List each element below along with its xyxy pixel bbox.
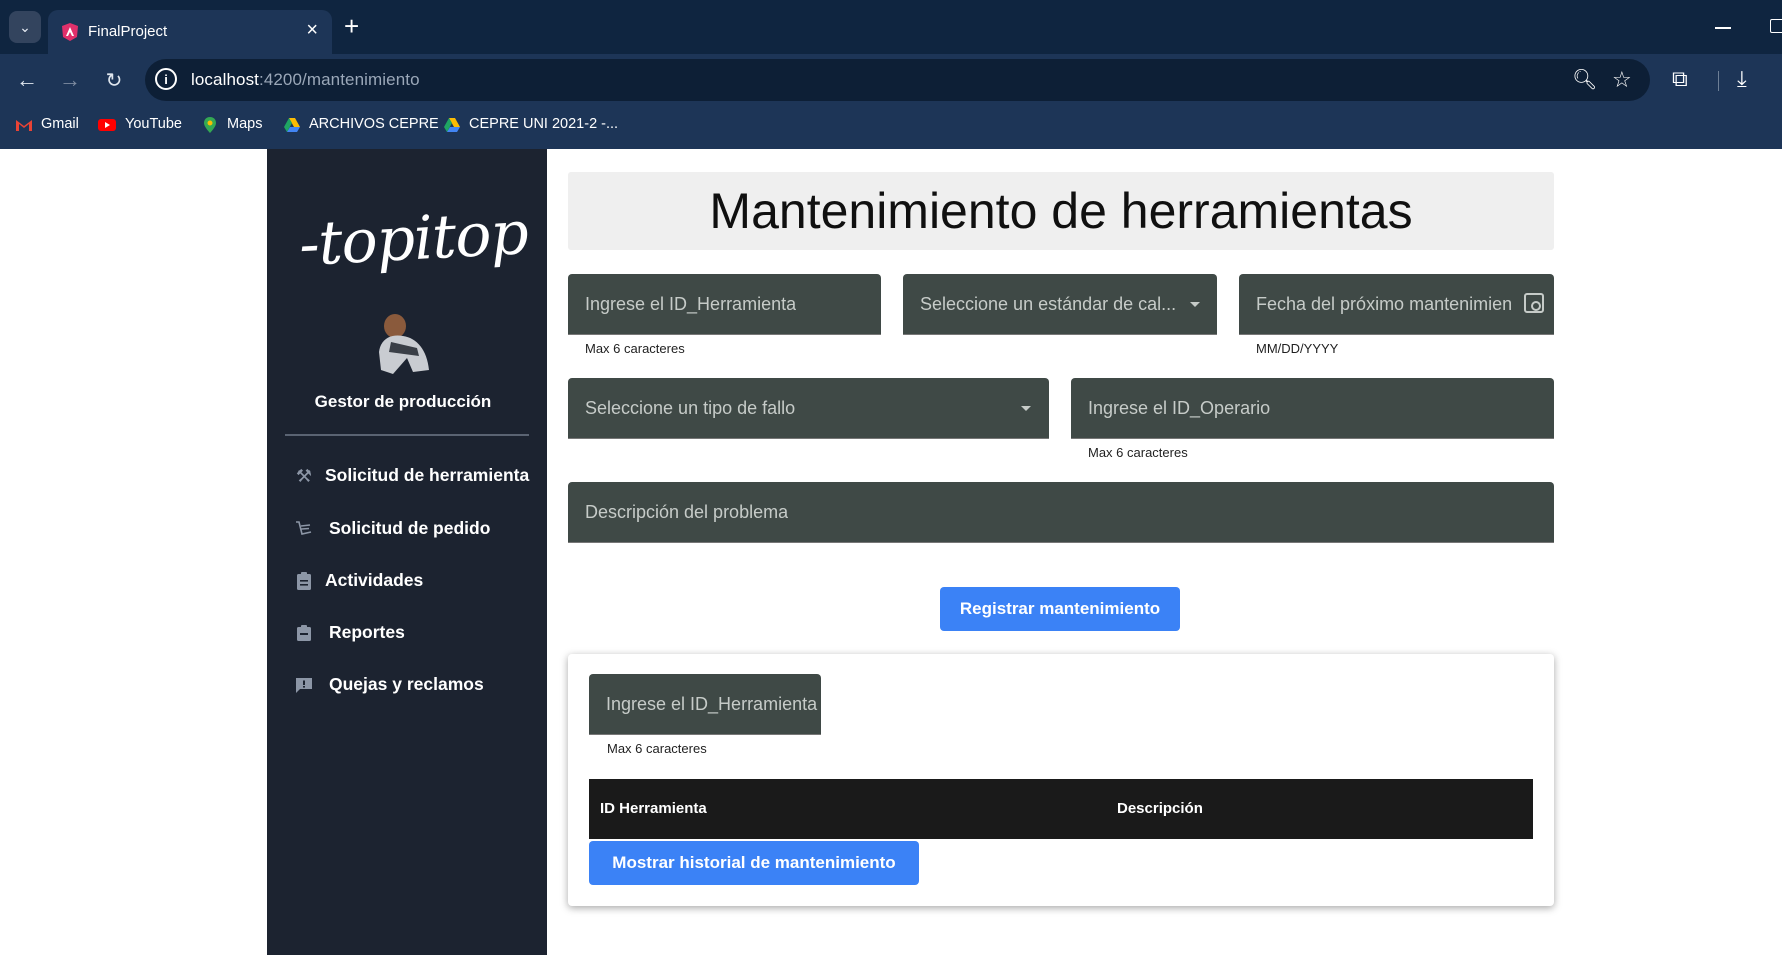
- mostrar-historial-button[interactable]: Mostrar historial de mantenimiento: [589, 841, 919, 885]
- bookmark-youtube[interactable]: YouTube: [125, 116, 182, 132]
- bookmark-cepre-uni[interactable]: CEPRE UNI 2021-2 -...: [469, 116, 618, 132]
- topitop-logo: -topitop: [297, 198, 530, 280]
- column-descripcion: Descripción: [1117, 800, 1203, 817]
- zoom-icon[interactable]: 🔍︎: [1572, 67, 1597, 92]
- sidebar-item-solicitud-herramienta[interactable]: ⚒ Solicitud de herramienta: [293, 461, 543, 491]
- chevron-down-icon: [1190, 302, 1200, 307]
- page-title: Mantenimiento de herramientas: [709, 183, 1413, 239]
- download-icon[interactable]: ⤓: [1737, 66, 1747, 92]
- site-info-icon[interactable]: i: [155, 68, 177, 90]
- bookmark-archivos-cepre[interactable]: ARCHIVOS CEPRE: [309, 116, 439, 132]
- browser-chrome: ⌄ FinalProject × + ← → ↻ i localhost:420…: [0, 0, 1782, 149]
- bookmark-star-icon[interactable]: ☆: [1612, 67, 1632, 93]
- maps-pin-icon: [204, 117, 216, 133]
- reload-icon[interactable]: ↻: [100, 66, 128, 94]
- drive-icon: [444, 118, 460, 132]
- user-role: Gestor de producción: [314, 392, 492, 411]
- report-icon: [293, 622, 315, 644]
- new-tab-icon[interactable]: +: [344, 11, 359, 41]
- minimize-icon[interactable]: [1715, 27, 1731, 29]
- address-bar[interactable]: i localhost:4200/mantenimiento 🔍︎ ☆: [145, 59, 1650, 101]
- tab-title: FinalProject: [88, 23, 168, 40]
- sidebar-item-actividades[interactable]: Actividades: [293, 566, 543, 596]
- cart-icon: [293, 518, 315, 540]
- registrar-mantenimiento-button[interactable]: Registrar mantenimiento: [940, 587, 1180, 631]
- fecha-mantenimiento-input[interactable]: Fecha del próximo mantenimien: [1239, 274, 1554, 335]
- angular-favicon-icon: [62, 23, 78, 41]
- tipo-fallo-select[interactable]: Seleccione un tipo de fallo: [568, 378, 1049, 439]
- maximize-icon[interactable]: [1770, 19, 1782, 33]
- sidebar-divider: [285, 434, 529, 436]
- sidebar-item-quejas-reclamos[interactable]: Quejas y reclamos: [293, 670, 543, 700]
- feedback-icon: [293, 674, 315, 696]
- extensions-icon[interactable]: ⧉: [1672, 66, 1688, 92]
- id-herramienta-input[interactable]: Ingrese el ID_Herramienta: [568, 274, 881, 335]
- id-operario-hint: Max 6 caracteres: [1088, 445, 1188, 460]
- sidebar-item-solicitud-pedido[interactable]: Solicitud de pedido: [293, 514, 543, 544]
- historial-table-header: ID Herramienta Descripción: [589, 779, 1533, 839]
- chevron-down-icon: [1021, 406, 1031, 411]
- historial-id-hint: Max 6 caracteres: [607, 741, 707, 756]
- tab-search-button[interactable]: ⌄: [9, 11, 41, 43]
- descripcion-problema-input[interactable]: Descripción del problema: [568, 482, 1554, 543]
- fecha-hint: MM/DD/YYYY: [1256, 341, 1339, 356]
- tab-active[interactable]: FinalProject ×: [48, 10, 332, 54]
- historial-id-herramienta-input[interactable]: Ingrese el ID_Herramienta: [589, 674, 821, 735]
- bookmark-gmail[interactable]: Gmail: [41, 116, 79, 132]
- back-icon[interactable]: ←: [13, 66, 41, 94]
- historial-card: Ingrese el ID_Herramienta Max 6 caracter…: [568, 654, 1554, 906]
- page-header: Mantenimiento de herramientas: [568, 172, 1554, 250]
- youtube-icon: [98, 119, 116, 131]
- column-id-herramienta: ID Herramienta: [600, 800, 707, 817]
- sidebar: -topitop Gestor de producción ⚒ Solicitu…: [267, 149, 547, 955]
- calendar-icon[interactable]: [1524, 293, 1544, 313]
- bookmark-maps[interactable]: Maps: [227, 116, 262, 132]
- forward-icon[interactable]: →: [56, 66, 84, 94]
- tab-strip: ⌄ FinalProject × +: [0, 0, 1782, 54]
- toolbar-separator: [1718, 71, 1719, 91]
- tools-icon: ⚒: [295, 465, 313, 486]
- drive-icon: [284, 118, 300, 132]
- clipboard-icon: [293, 570, 315, 592]
- id-operario-input[interactable]: Ingrese el ID_Operario: [1071, 378, 1554, 439]
- avatar: [379, 314, 429, 374]
- id-herramienta-hint: Max 6 caracteres: [585, 341, 685, 356]
- tab-close-icon[interactable]: ×: [306, 19, 318, 42]
- estandar-calidad-select[interactable]: Seleccione un estándar de cal...: [903, 274, 1217, 335]
- sidebar-item-reportes[interactable]: Reportes: [293, 618, 543, 648]
- url-text[interactable]: localhost:4200/mantenimiento: [191, 70, 420, 90]
- gmail-icon: [16, 120, 32, 131]
